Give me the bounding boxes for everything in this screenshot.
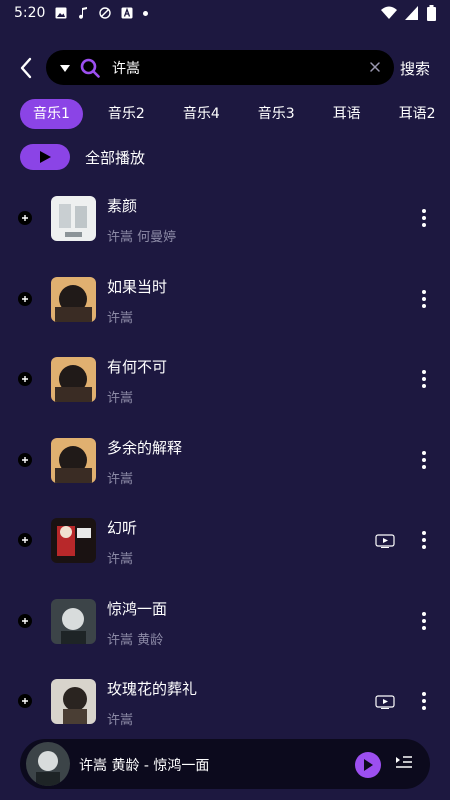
tab-bar: 音乐1 音乐2 音乐4 音乐3 耳语 耳语2: [20, 99, 450, 129]
plus-icon: [22, 617, 28, 624]
song-title: 有何不可: [107, 358, 168, 376]
notification-dot-icon: [143, 10, 149, 16]
song-artist: 许嵩: [107, 471, 134, 487]
search-input[interactable]: [110, 58, 354, 77]
image-icon: [55, 7, 67, 19]
more-options-icon[interactable]: [420, 369, 428, 389]
more-options-icon[interactable]: [420, 691, 428, 711]
wifi-icon: [381, 6, 397, 19]
album-cover: [51, 357, 96, 402]
chevron-left-icon: [20, 57, 32, 79]
app-root: 5:20 许嵩 搜索 音乐1 音乐2 音乐4 音乐3 耳语 耳语2 全部播放 素…: [0, 0, 450, 800]
more-options-icon[interactable]: [420, 208, 428, 228]
add-to-playlist-button[interactable]: [18, 533, 32, 547]
song-row[interactable]: 玫瑰花的葬礼 许嵩: [0, 661, 450, 742]
mini-play-button[interactable]: [355, 752, 381, 778]
tab-whisper[interactable]: 耳语: [320, 99, 374, 129]
mini-player[interactable]: 许嵩 黄龄 - 惊鸿一面: [20, 739, 430, 789]
add-to-playlist-button[interactable]: [18, 291, 32, 306]
album-cover: [51, 196, 96, 241]
back-button[interactable]: [14, 56, 38, 80]
song-row[interactable]: 如果当时 许嵩: [0, 259, 450, 340]
song-artist: 许嵩: [107, 552, 134, 567]
tab-whisper2[interactable]: 耳语2: [386, 99, 449, 129]
song-artist: 许嵩: [107, 391, 134, 406]
album-cover: [51, 276, 96, 322]
add-to-playlist-button[interactable]: [18, 372, 32, 386]
status-left: 5:20: [14, 5, 149, 21]
album-cover: [51, 437, 96, 483]
plus-icon: [22, 215, 28, 221]
add-to-playlist-button[interactable]: [18, 694, 32, 708]
song-title: 素颜: [107, 197, 138, 215]
play-icon: [364, 759, 373, 771]
song-artist: 许嵩: [107, 713, 134, 728]
plus-icon: [22, 537, 28, 543]
plus-icon: [22, 295, 28, 302]
clear-icon[interactable]: [368, 60, 382, 74]
search-header: 搜索: [0, 50, 450, 86]
status-bar: 5:20: [0, 0, 450, 26]
song-artist: 许嵩 何曼婷: [107, 230, 177, 245]
dropdown-arrow-icon[interactable]: [60, 63, 70, 73]
play-icon: [40, 151, 51, 163]
song-title: 玫瑰花的葬礼: [107, 680, 198, 698]
play-all-row[interactable]: 全部播放: [20, 144, 145, 170]
status-time: 5:20: [14, 5, 46, 21]
plus-icon: [22, 698, 28, 704]
more-options-icon[interactable]: [420, 450, 428, 470]
song-row[interactable]: 有何不可 许嵩: [0, 339, 450, 420]
song-artist: 许嵩 黄龄: [107, 632, 164, 648]
playlist-queue-icon[interactable]: [395, 754, 413, 772]
add-to-playlist-button[interactable]: [18, 211, 32, 225]
mini-player-title: 许嵩 黄龄 - 惊鸿一面: [79, 758, 210, 774]
more-options-icon[interactable]: [420, 289, 428, 309]
song-row[interactable]: 素颜 许嵩 何曼婷: [0, 178, 450, 259]
play-all-label: 全部播放: [85, 148, 146, 167]
add-to-playlist-button[interactable]: [18, 452, 32, 467]
song-title: 幻听: [107, 519, 138, 537]
music-note-icon: [79, 7, 88, 19]
album-cover: [51, 518, 96, 563]
album-cover: [51, 679, 96, 724]
search-box: [46, 50, 394, 85]
app-badge-icon: [121, 7, 133, 19]
signal-icon: [405, 6, 418, 20]
status-right: [381, 5, 436, 21]
song-row[interactable]: 惊鸿一面 许嵩 黄龄: [0, 581, 450, 662]
song-list: 素颜 许嵩 何曼婷 如果当时 许嵩 有何不可 许嵩 多余的解释 许嵩 幻听 许嵩…: [0, 178, 450, 742]
tab-music2[interactable]: 音乐2: [95, 99, 158, 129]
song-row[interactable]: 幻听 许嵩: [0, 500, 450, 581]
tab-music1[interactable]: 音乐1: [20, 99, 83, 129]
mv-video-icon[interactable]: [375, 695, 395, 709]
add-to-playlist-button[interactable]: [18, 613, 32, 628]
song-title: 惊鸿一面: [107, 599, 168, 618]
sync-off-icon: [99, 7, 112, 19]
tab-music3[interactable]: 音乐3: [245, 99, 308, 129]
mv-video-icon[interactable]: [375, 534, 395, 548]
play-all-button[interactable]: [20, 144, 70, 170]
battery-icon: [427, 5, 436, 21]
search-button[interactable]: 搜索: [400, 58, 430, 79]
song-title: 如果当时: [107, 277, 168, 296]
plus-icon: [22, 376, 28, 382]
song-row[interactable]: 多余的解释 许嵩: [0, 420, 450, 501]
more-options-icon[interactable]: [420, 611, 428, 631]
mini-player-cover: [26, 742, 70, 786]
search-icon: [80, 58, 100, 78]
more-options-icon[interactable]: [420, 530, 428, 550]
tab-music4[interactable]: 音乐4: [170, 99, 233, 129]
album-cover: [51, 598, 96, 644]
song-artist: 许嵩: [107, 310, 134, 326]
plus-icon: [22, 456, 28, 463]
song-title: 多余的解释: [107, 438, 183, 457]
